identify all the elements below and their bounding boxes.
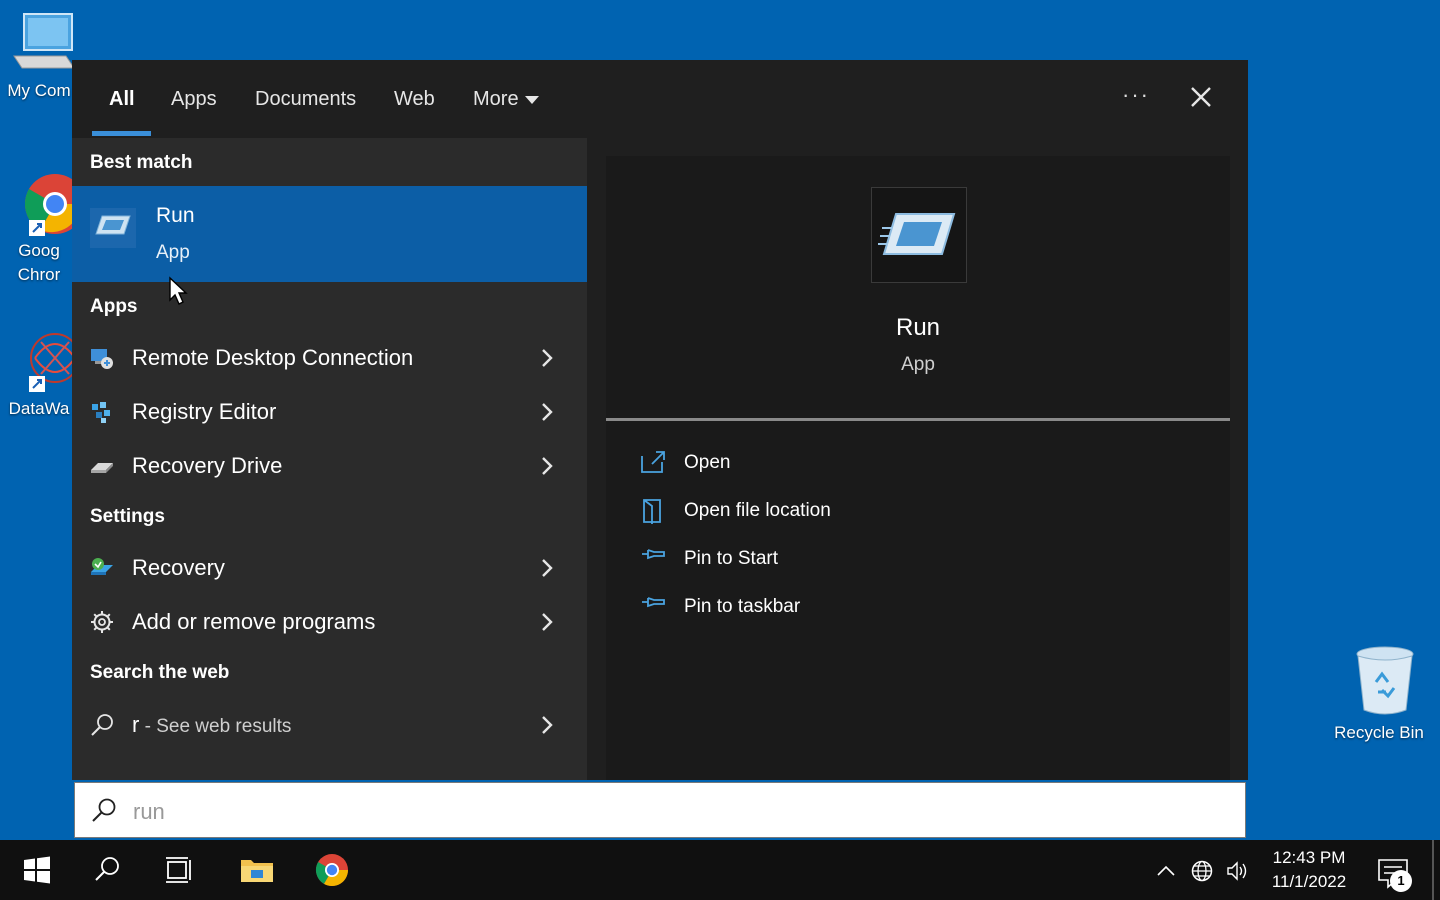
recovery-drive-icon <box>91 463 113 473</box>
active-tab-indicator <box>92 131 151 136</box>
preview-title: Run <box>895 314 941 341</box>
clock-date: 11/1/2022 <box>1271 872 1347 891</box>
taskbar: 12:43 PM 11/1/2022 1 <box>0 840 1440 900</box>
best-match-subtitle: App <box>156 242 190 263</box>
globe-icon[interactable] <box>1190 860 1214 882</box>
search-tab-bar: All Apps Documents Web More ··· <box>72 60 1248 138</box>
web-result-suffix: - See web results <box>139 716 292 737</box>
file-location-icon <box>643 499 661 524</box>
recovery-icon <box>91 558 113 575</box>
remote-desktop-icon <box>91 349 113 369</box>
search-icon[interactable] <box>88 852 128 888</box>
result-web-search[interactable]: r - See web results <box>72 700 587 750</box>
result-registry-editor[interactable]: Registry Editor <box>72 387 587 437</box>
windows-start-icon[interactable] <box>16 852 56 888</box>
search-flyout: All Apps Documents Web More ··· Best mat… <box>72 60 1248 780</box>
result-add-remove-programs[interactable]: Add or remove programs <box>72 597 587 647</box>
best-match-title: Run <box>156 204 195 227</box>
preview-divider <box>606 418 1230 421</box>
run-app-icon <box>90 208 136 248</box>
tab-documents[interactable]: Documents <box>255 84 356 114</box>
section-settings: Settings <box>90 506 165 527</box>
search-icon <box>92 798 116 822</box>
preview-app-icon <box>871 187 967 283</box>
chevron-up-icon[interactable] <box>1154 860 1178 882</box>
close-icon[interactable] <box>1184 80 1218 114</box>
section-best-match: Best match <box>90 152 193 173</box>
pin-icon <box>642 597 665 608</box>
result-label: Recovery <box>132 555 225 580</box>
computer-icon <box>13 13 75 69</box>
action-label: Open <box>684 452 731 473</box>
chevron-right-icon[interactable] <box>540 402 554 422</box>
tab-apps[interactable]: Apps <box>171 84 217 114</box>
desktop-icon-label: Recycle Bin <box>1334 723 1424 742</box>
chevron-right-icon[interactable] <box>540 348 554 368</box>
clock-time: 12:43 PM <box>1272 848 1346 867</box>
notification-count-badge: 1 <box>1390 870 1412 892</box>
action-label: Pin to Start <box>684 548 778 569</box>
chevron-right-icon[interactable] <box>540 456 554 476</box>
registry-editor-icon <box>92 402 110 423</box>
tab-all[interactable]: All <box>109 84 135 114</box>
chrome-icon <box>24 174 85 236</box>
result-label: Add or remove programs <box>132 609 376 634</box>
chevron-right-icon[interactable] <box>540 612 554 632</box>
action-label: Open file location <box>684 500 831 521</box>
desktop-icon-recycle-bin[interactable]: Recycle Bin <box>1334 644 1424 745</box>
result-recovery-drive[interactable]: Recovery Drive <box>72 441 587 491</box>
section-apps: Apps <box>90 296 138 317</box>
section-search-web: Search the web <box>90 662 230 683</box>
show-desktop-button[interactable] <box>1432 840 1434 900</box>
tab-web[interactable]: Web <box>394 84 435 114</box>
pin-icon <box>642 549 665 560</box>
volume-icon[interactable] <box>1226 860 1250 882</box>
result-label: Recovery Drive <box>132 453 283 478</box>
result-remote-desktop[interactable]: Remote Desktop Connection <box>72 333 587 383</box>
results-pane: Best match Run App Apps Remote Desktop C… <box>72 138 587 780</box>
task-view-icon[interactable] <box>160 852 200 888</box>
web-result-label: r - See web results <box>132 712 291 738</box>
result-label: Remote Desktop Connection <box>132 345 414 370</box>
mouse-cursor-icon <box>169 276 188 305</box>
caret-down-icon <box>524 95 539 104</box>
gear-icon <box>91 611 113 633</box>
best-match-run[interactable]: Run App <box>72 186 587 282</box>
chevron-right-icon[interactable] <box>540 715 554 735</box>
result-recovery[interactable]: Recovery <box>72 543 587 593</box>
chrome-icon[interactable] <box>312 852 352 888</box>
taskbar-clock[interactable]: 12:43 PM 11/1/2022 <box>1262 846 1356 894</box>
action-label: Pin to taskbar <box>684 596 801 617</box>
result-label: Registry Editor <box>132 399 277 424</box>
search-icon <box>91 714 113 736</box>
file-explorer-icon[interactable] <box>237 852 277 888</box>
run-app-icon <box>878 213 956 255</box>
tab-more[interactable]: More <box>473 84 539 114</box>
search-box[interactable] <box>74 782 1246 838</box>
preview-pane: Run App Open Open file location Pin to S… <box>606 156 1230 780</box>
more-options-icon[interactable]: ··· <box>1122 82 1150 108</box>
preview-subtitle: App <box>901 354 935 375</box>
chevron-right-icon[interactable] <box>540 558 554 578</box>
datawave-icon <box>29 333 80 392</box>
recycle-bin-icon <box>1356 646 1414 715</box>
search-input[interactable] <box>131 793 1135 831</box>
open-icon <box>641 451 665 473</box>
tab-more-label: More <box>473 88 519 110</box>
